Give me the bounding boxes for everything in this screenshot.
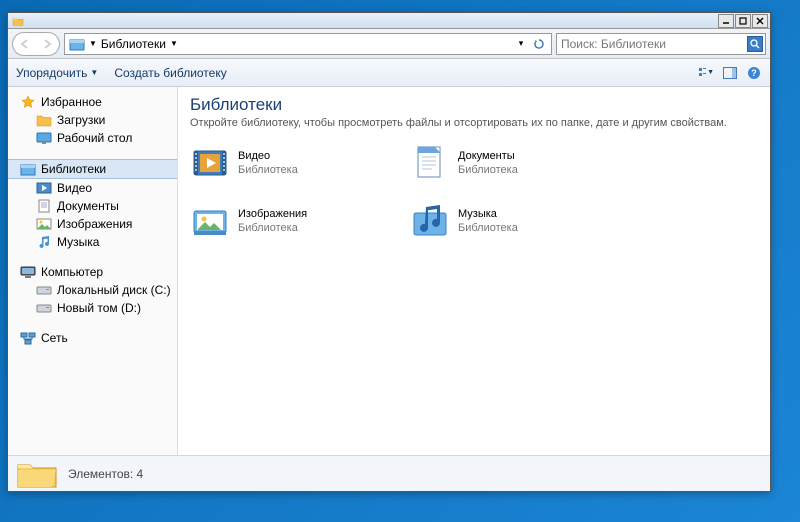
computer-icon <box>20 265 36 279</box>
breadcrumb-chevron-icon[interactable]: ▼ <box>170 39 178 48</box>
library-item-videos[interactable]: ВидеоБиблиотека <box>190 143 410 183</box>
forward-button[interactable] <box>36 34 58 54</box>
star-icon <box>20 95 36 109</box>
titlebar <box>8 13 770 29</box>
documents-library-icon <box>410 143 450 183</box>
sidebar-network[interactable]: Сеть <box>8 329 177 347</box>
network-icon <box>20 331 36 345</box>
svg-text:?: ? <box>751 68 757 78</box>
help-button[interactable]: ? <box>746 65 762 81</box>
organize-menu[interactable]: Упорядочить▼ <box>16 66 98 80</box>
command-bar: Упорядочить▼ Создать библиотеку ▼ ? <box>8 59 770 87</box>
library-item-pictures[interactable]: ИзображенияБиблиотека <box>190 201 410 241</box>
status-text: Элементов: 4 <box>68 467 143 481</box>
sidebar-item-desktop[interactable]: Рабочий стол <box>8 129 177 147</box>
sidebar-item-music[interactable]: Музыка <box>8 233 177 251</box>
pictures-icon <box>36 217 52 231</box>
status-bar: Элементов: 4 <box>8 455 770 491</box>
folder-icon <box>12 16 24 26</box>
page-subtitle: Откройте библиотеку, чтобы просмотреть ф… <box>190 117 758 129</box>
video-icon <box>36 181 52 195</box>
search-placeholder: Поиск: Библиотеки <box>561 37 666 51</box>
refresh-button[interactable] <box>531 38 547 50</box>
pictures-library-icon <box>190 201 230 241</box>
sidebar-item-disk-c[interactable]: Локальный диск (C:) <box>8 281 177 299</box>
content-pane: Библиотеки Откройте библиотеку, чтобы пр… <box>178 87 770 455</box>
sidebar-item-pictures[interactable]: Изображения <box>8 215 177 233</box>
music-library-icon <box>410 201 450 241</box>
body: Избранное Загрузки Рабочий стол Библиоте… <box>8 87 770 455</box>
history-dropdown-icon[interactable]: ▾ <box>513 38 529 49</box>
maximize-button[interactable] <box>735 14 751 28</box>
disk-icon <box>36 283 52 297</box>
navigation-pane: Избранное Загрузки Рабочий стол Библиоте… <box>8 87 178 455</box>
explorer-window: ▼ Библиотеки ▼ ▾ Поиск: Библиотеки Упоря… <box>7 12 771 492</box>
sidebar-libraries[interactable]: Библиотеки <box>8 159 177 179</box>
chevron-down-icon: ▼ <box>90 68 98 77</box>
sidebar-item-downloads[interactable]: Загрузки <box>8 111 177 129</box>
library-item-documents[interactable]: ДокументыБиблиотека <box>410 143 630 183</box>
minimize-button[interactable] <box>718 14 734 28</box>
close-button[interactable] <box>752 14 768 28</box>
page-title: Библиотеки <box>190 95 758 115</box>
new-library-button[interactable]: Создать библиотеку <box>114 66 226 80</box>
breadcrumb-bar[interactable]: ▼ Библиотеки ▼ ▾ <box>64 33 552 55</box>
music-icon <box>36 235 52 249</box>
video-library-icon <box>190 143 230 183</box>
view-options-button[interactable]: ▼ <box>698 65 714 81</box>
folder-large-icon <box>16 459 58 489</box>
preview-pane-button[interactable] <box>722 65 738 81</box>
sidebar-computer[interactable]: Компьютер <box>8 263 177 281</box>
sidebar-item-videos[interactable]: Видео <box>8 179 177 197</box>
library-item-music[interactable]: МузыкаБиблиотека <box>410 201 630 241</box>
search-input[interactable]: Поиск: Библиотеки <box>556 33 766 55</box>
sidebar-favorites[interactable]: Избранное <box>8 93 177 111</box>
search-button[interactable] <box>747 36 763 52</box>
breadcrumb-dropdown-icon[interactable]: ▼ <box>89 39 97 48</box>
sidebar-item-disk-d[interactable]: Новый том (D:) <box>8 299 177 317</box>
folder-icon <box>36 113 52 127</box>
address-bar: ▼ Библиотеки ▼ ▾ Поиск: Библиотеки <box>8 29 770 59</box>
breadcrumb-text[interactable]: Библиотеки <box>101 37 166 51</box>
nav-buttons <box>12 32 60 56</box>
desktop-icon <box>36 131 52 145</box>
document-icon <box>36 199 52 213</box>
libraries-icon <box>69 37 85 51</box>
disk-icon <box>36 301 52 315</box>
libraries-icon <box>20 162 36 176</box>
back-button[interactable] <box>14 34 36 54</box>
sidebar-item-documents[interactable]: Документы <box>8 197 177 215</box>
